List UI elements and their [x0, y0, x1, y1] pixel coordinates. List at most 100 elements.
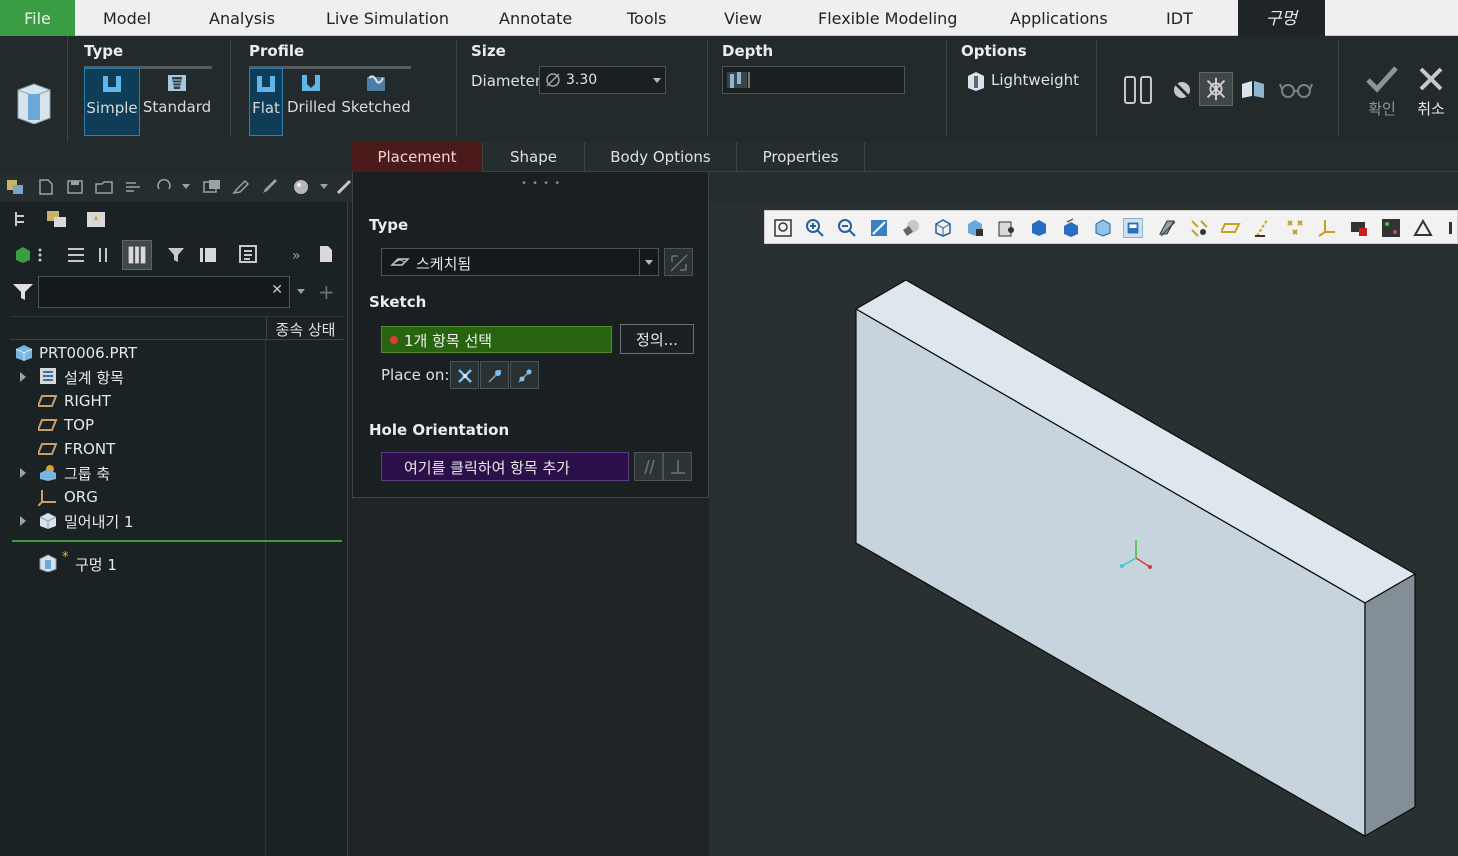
- flip-button[interactable]: [664, 248, 693, 276]
- tree-item-design-items[interactable]: 설계 항목: [0, 366, 260, 388]
- graphics-top-strip: [709, 172, 1458, 202]
- tree-item-group-axis[interactable]: 그룹 축: [0, 462, 260, 484]
- no-preview-icon[interactable]: [1171, 79, 1193, 101]
- expand-icon[interactable]: [20, 516, 26, 526]
- chevron-down-icon[interactable]: [182, 184, 190, 189]
- depth-field[interactable]: [722, 66, 905, 94]
- chevron-down-icon[interactable]: [645, 260, 653, 265]
- tree-item-org[interactable]: ORG: [0, 487, 260, 509]
- preview-geometry-icon[interactable]: [1240, 78, 1266, 100]
- block-side-face[interactable]: [1364, 572, 1416, 838]
- insert-here-line[interactable]: [12, 540, 342, 542]
- tab-properties[interactable]: Properties: [737, 142, 865, 172]
- place-on-pattern-button[interactable]: [510, 361, 539, 389]
- favorites-icon[interactable]: [86, 210, 106, 228]
- place-on-all-button[interactable]: [450, 361, 479, 389]
- window-icon[interactable]: [203, 179, 221, 195]
- menu-applications[interactable]: Applications: [1010, 0, 1108, 36]
- orientation-collector[interactable]: 여기를 클릭하여 항목 추가: [381, 452, 629, 481]
- type-standard-button[interactable]: Standard: [142, 68, 212, 136]
- drag-handle-icon[interactable]: • • • •: [521, 178, 561, 189]
- tab-placement[interactable]: Placement: [352, 142, 483, 172]
- confirm-button[interactable]: 확인: [1362, 64, 1402, 124]
- tree-columns-icon[interactable]: [96, 246, 114, 264]
- regenerate-icon[interactable]: [124, 179, 142, 195]
- add-icon[interactable]: +: [318, 280, 335, 304]
- list-icon[interactable]: [66, 246, 86, 264]
- place-pattern-icon: [518, 369, 532, 383]
- profile-flat-button[interactable]: Flat: [249, 68, 283, 136]
- save-icon[interactable]: [66, 179, 84, 195]
- flip-icon: [670, 254, 688, 272]
- orientation-collector-placeholder: 여기를 클릭하여 항목 추가: [404, 459, 571, 477]
- clear-icon[interactable]: ✕: [271, 282, 283, 298]
- menu-live-simulation[interactable]: Live Simulation: [326, 0, 449, 36]
- tree-structure-icon[interactable]: [12, 210, 30, 228]
- tree-filter-input[interactable]: ✕: [38, 276, 290, 308]
- edit-icon[interactable]: [232, 179, 250, 195]
- cancel-button[interactable]: 취소: [1411, 64, 1451, 124]
- menu-hole-tab[interactable]: 구멍: [1238, 0, 1325, 36]
- placement-type-select[interactable]: 스케치됨: [381, 248, 659, 276]
- tab-body-options[interactable]: Body Options: [585, 142, 737, 172]
- blind-depth-icon[interactable]: [725, 70, 751, 90]
- model-3d-view[interactable]: [709, 202, 1458, 856]
- menu-idt[interactable]: IDT: [1166, 0, 1193, 36]
- ribbon-separator: [230, 40, 231, 136]
- new-icon-multi[interactable]: [6, 179, 24, 195]
- glasses-preview-icon[interactable]: [1279, 80, 1313, 100]
- tree-item-extrude[interactable]: 밀어내기 1: [0, 510, 260, 532]
- ribbon-separator: [946, 40, 947, 136]
- menu-file[interactable]: File: [0, 0, 75, 36]
- document-icon[interactable]: [316, 244, 336, 264]
- new-file-icon[interactable]: [37, 179, 55, 195]
- tree-item-part[interactable]: PRT0006.PRT: [0, 343, 260, 365]
- part-model-icon[interactable]: [14, 246, 32, 264]
- profile-drilled-button[interactable]: Drilled: [287, 68, 336, 136]
- menu-flexible-modeling[interactable]: Flexible Modeling: [818, 0, 957, 36]
- double-chevron-icon[interactable]: »: [292, 248, 301, 264]
- parallel-button[interactable]: [634, 452, 663, 481]
- datum-plane-icon: [38, 419, 58, 431]
- chevron-down-icon[interactable]: [297, 289, 305, 294]
- tree-filter-icon[interactable]: [166, 246, 188, 264]
- undo-icon[interactable]: [155, 179, 173, 195]
- type-simple-button[interactable]: Simple: [84, 68, 140, 136]
- pencil-icon[interactable]: [261, 179, 279, 195]
- menu-annotate[interactable]: Annotate: [499, 0, 572, 36]
- type-simple-label: Simple: [86, 99, 138, 117]
- expand-icon[interactable]: [20, 468, 26, 478]
- verify-mode-icon[interactable]: [1199, 72, 1233, 106]
- tree-settings-icon[interactable]: [198, 246, 218, 264]
- tree-item-front[interactable]: FRONT: [0, 439, 260, 461]
- chevron-down-icon[interactable]: [653, 78, 661, 83]
- tree-column-header[interactable]: 종속 상태: [266, 317, 344, 341]
- tree-item-hole[interactable]: * 구멍 1: [0, 550, 260, 575]
- profile-sketched-button[interactable]: Sketched: [341, 68, 411, 136]
- menu-view[interactable]: View: [724, 0, 762, 36]
- place-on-single-button[interactable]: [480, 361, 509, 389]
- normal-button[interactable]: [663, 452, 692, 481]
- define-button[interactable]: 정의...: [620, 324, 694, 354]
- diameter-combo[interactable]: 3.30: [539, 66, 666, 94]
- menu-tools[interactable]: Tools: [627, 0, 666, 36]
- open-folder-icon[interactable]: [95, 179, 113, 195]
- tree-item-top[interactable]: TOP: [0, 415, 260, 437]
- menu-analysis[interactable]: Analysis: [209, 0, 275, 36]
- more-vertical-icon[interactable]: [37, 246, 43, 264]
- sketch-collector[interactable]: 1개 항목 선택: [381, 326, 612, 353]
- show-columns-icon[interactable]: [122, 240, 152, 270]
- chevron-down-icon[interactable]: [320, 184, 328, 189]
- layers-icon[interactable]: [46, 210, 68, 228]
- menu-model[interactable]: Model: [103, 0, 151, 36]
- tab-shape[interactable]: Shape: [483, 142, 585, 172]
- pause-icon[interactable]: [1122, 74, 1154, 106]
- filter-icon[interactable]: [12, 282, 34, 302]
- expand-icon[interactable]: [20, 372, 26, 382]
- tree-item-right[interactable]: RIGHT: [0, 391, 260, 413]
- depth-group-label: Depth: [722, 42, 774, 60]
- appearance-icon[interactable]: [292, 179, 310, 195]
- type-standard-label: Standard: [142, 98, 212, 116]
- details-icon[interactable]: [238, 244, 258, 264]
- block-front-face[interactable]: [855, 307, 1366, 838]
